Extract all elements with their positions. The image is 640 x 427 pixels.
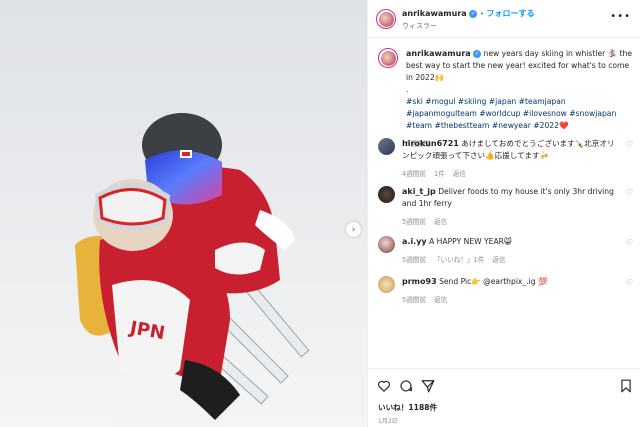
- comment-meta: 5週間前 「いいね！」1件 返信: [402, 254, 615, 266]
- reply-button[interactable]: 返信: [434, 218, 447, 226]
- post-details-panel: anrikawamura ✓ • フォローする ウィスラー ••• anrika…: [367, 0, 640, 427]
- comment-body: hirokun6721 あけましておめでとうございます🍾北京オリンピック頑張って…: [402, 138, 615, 180]
- comment-text: Send Pic👉 @earthpix_.ig 💯: [439, 277, 548, 286]
- reply-button[interactable]: 返信: [453, 170, 466, 178]
- heart-icon[interactable]: ♡: [626, 188, 633, 197]
- comment-avatar[interactable]: [378, 236, 395, 253]
- verified-badge-icon: ✓: [469, 9, 478, 18]
- skiers-photo: JPN: [0, 0, 367, 427]
- comment-avatar[interactable]: [378, 186, 395, 203]
- more-options-icon[interactable]: •••: [610, 11, 631, 22]
- comment-username[interactable]: aki_t_jp: [402, 187, 436, 196]
- caption-avatar-image: [380, 50, 396, 66]
- caption-dot: .: [406, 85, 409, 94]
- caption-avatar[interactable]: [378, 48, 398, 68]
- caption: anrikawamura ✓ new years day skiing in w…: [378, 48, 633, 148]
- comment-likes[interactable]: 「いいね！」1件: [434, 256, 484, 264]
- comment-username[interactable]: prmo93: [402, 277, 437, 286]
- author-username[interactable]: anrikawamura: [402, 9, 467, 18]
- comment-meta: 5週間前 返信: [402, 294, 615, 306]
- heart-icon[interactable]: ♡: [626, 140, 633, 149]
- like-heart-icon[interactable]: [377, 379, 391, 393]
- heart-icon[interactable]: ♡: [626, 278, 633, 287]
- reply-button[interactable]: 返信: [492, 256, 505, 264]
- comment-avatar[interactable]: [378, 276, 395, 293]
- comments-section: anrikawamura ✓ new years day skiing in w…: [368, 38, 640, 363]
- verified-badge-icon: ✓: [473, 50, 482, 58]
- author-avatar-image: [378, 11, 394, 27]
- comment-text: A HAPPY NEW YEAR😸: [429, 237, 512, 246]
- comment-time[interactable]: 5週間前: [402, 218, 426, 226]
- caption-username[interactable]: anrikawamura: [406, 49, 471, 58]
- instagram-post: JPN › anrikawamura ✓ • フォローする ウィスラー ••• …: [0, 0, 640, 427]
- follow-button[interactable]: フォローする: [486, 9, 534, 18]
- author-avatar[interactable]: [376, 9, 396, 29]
- comment-avatar[interactable]: [378, 138, 395, 155]
- likes-count[interactable]: いいね！1188件: [378, 402, 437, 413]
- comment-time[interactable]: 5週間前: [402, 296, 426, 304]
- caption-body: anrikawamura ✓ new years day skiing in w…: [406, 48, 633, 150]
- comment-bubble-icon[interactable]: [399, 379, 413, 393]
- post-date[interactable]: 1月2日: [378, 416, 398, 425]
- comment-username[interactable]: a.i.yy: [402, 237, 427, 246]
- post-photo[interactable]: JPN ›: [0, 0, 367, 427]
- chevron-right-icon: ›: [351, 224, 356, 235]
- comment-body: prmo93 Send Pic👉 @earthpix_.ig 💯 5週間前 返信: [402, 276, 615, 306]
- author-line: anrikawamura ✓ • フォローする: [402, 8, 534, 19]
- bookmark-icon[interactable]: [619, 379, 633, 393]
- post-header: anrikawamura ✓ • フォローする ウィスラー •••: [368, 0, 640, 38]
- next-photo-button[interactable]: ›: [346, 222, 361, 237]
- comment-body: aki_t_jp Deliver foods to my house it's …: [402, 186, 615, 228]
- separator-dot: •: [479, 10, 484, 18]
- comment-body: a.i.yy A HAPPY NEW YEAR😸 5週間前 「いいね！」1件 返信: [402, 236, 615, 266]
- post-actions: いいね！1188件 1月2日: [368, 368, 640, 427]
- location-link[interactable]: ウィスラー: [402, 21, 437, 31]
- heart-icon[interactable]: ♡: [626, 238, 633, 247]
- caption-hashtags[interactable]: #ski #mogul #skiing #japan #teamjapan #j…: [406, 96, 633, 132]
- comment-username[interactable]: hirokun6721: [402, 139, 459, 148]
- share-paper-plane-icon[interactable]: [421, 379, 435, 393]
- reply-button[interactable]: 返信: [434, 296, 447, 304]
- comment-time[interactable]: 4週間前: [402, 170, 426, 178]
- comment-likes[interactable]: 1件: [434, 170, 445, 178]
- comment-meta: 5週間前 返信: [402, 216, 615, 228]
- comment-time[interactable]: 5週間前: [402, 256, 426, 264]
- comment-meta: 4週間前 1件 返信: [402, 168, 615, 180]
